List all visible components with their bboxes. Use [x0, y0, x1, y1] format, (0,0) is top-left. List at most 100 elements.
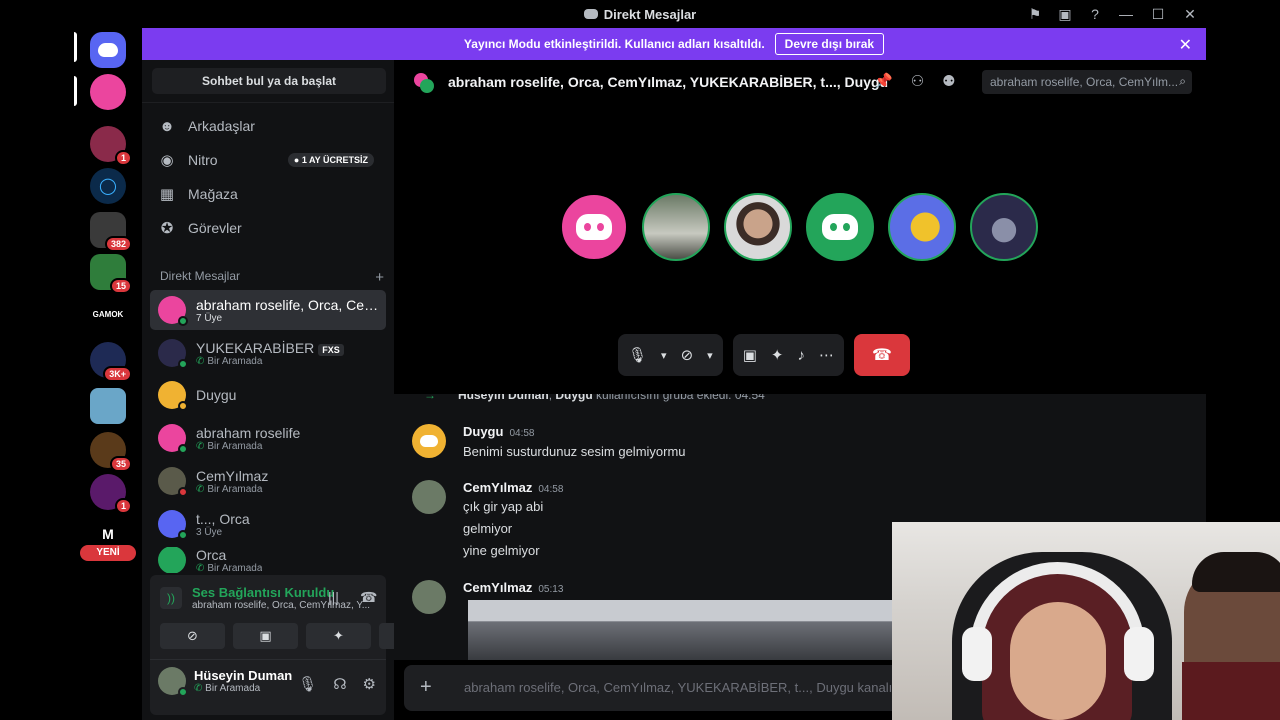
avatar[interactable] [412, 580, 446, 614]
microphone-icon[interactable]: 🎙 [298, 675, 317, 693]
status-indicator [178, 359, 188, 369]
dm-item-yukekarabiber[interactable]: YUKEKARABİBER FXS ✆ Bir Aramada [150, 333, 386, 373]
dm-section-header: Direkt Mesajlar + [160, 269, 384, 286]
pin-icon[interactable]: 📌 [874, 72, 893, 90]
webcam-overlay [892, 522, 1280, 720]
dm-item-duygu[interactable]: Duygu [150, 375, 386, 415]
avatar[interactable] [412, 424, 446, 458]
nitro-icon: ◉ [160, 152, 174, 169]
add-friends-icon[interactable]: ⚇ [911, 72, 924, 90]
nav-friends[interactable]: ☻ Arkadaşlar [150, 109, 386, 143]
participant-avatar[interactable] [806, 193, 874, 261]
message-text: Benimi susturdunuz sesim gelmiyormu [463, 444, 686, 459]
server-rail: 1 ◯ 382 15 GAMOK 3K+ 35 1 M YENİ [74, 28, 142, 720]
user-panel[interactable]: Hüseyin Duman ✆ Bir Aramada [158, 667, 292, 697]
chevron-down-icon[interactable]: ▾ [707, 349, 713, 362]
message-author[interactable]: Duygu 04:58 [463, 424, 534, 439]
avatar[interactable] [412, 480, 446, 514]
add-dm-icon[interactable]: + [375, 269, 384, 286]
close-icon[interactable]: ✕ [1179, 35, 1192, 55]
system-message: → Hüseyin Duman, Duygu kullanıcısını grub… [424, 394, 765, 402]
microphone-icon[interactable]: 🎙 [628, 346, 647, 364]
dm-item-group-orca[interactable]: t..., Orca 3 Üye [150, 504, 386, 544]
call-area: 🎙 ▾ ⊘ ▾ ▣ ✦ ♪ ⋯ ☎ [394, 104, 1206, 394]
find-conversation-button[interactable]: Sohbet bul ya da başlat [152, 68, 386, 94]
message-text: çık gir yap abi [463, 499, 544, 514]
inbox-icon[interactable]: ▣ [1050, 0, 1080, 28]
webcam-headset-cup [962, 627, 992, 681]
group-dm-icon[interactable] [90, 74, 126, 110]
message-author[interactable]: CemYılmaz 05:13 [463, 580, 563, 595]
phone-icon: ✆ [196, 483, 205, 495]
soundboard-icon[interactable]: ♪ [797, 347, 805, 364]
disconnect-icon[interactable]: ☎ [360, 589, 377, 606]
screen-share-icon[interactable]: ▣ [743, 346, 757, 364]
group-avatar [414, 73, 434, 93]
participant-avatar[interactable] [642, 193, 710, 261]
message-input[interactable]: abraham roselife, Orca, CemYılmaz, YUKEK… [464, 680, 907, 695]
window-title: Direkt Mesajlar [583, 7, 696, 22]
guild-tag: FXS [318, 343, 344, 356]
help-icon[interactable]: ? [1080, 0, 1110, 28]
discord-logo-icon [420, 435, 438, 447]
headphones-icon[interactable]: ☊ [333, 675, 346, 693]
server-icon-8[interactable]: 35 [90, 432, 132, 472]
discord-logo-icon [822, 214, 858, 240]
signal-icon[interactable]: )) [160, 587, 182, 609]
title-bar: Direkt Mesajlar ⚑ ▣ ? — ☐ ✕ [74, 0, 1206, 28]
minimize-button[interactable]: — [1110, 0, 1142, 28]
quests-icon: ✪ [160, 220, 174, 237]
server-icon-9[interactable]: 1 [90, 474, 132, 514]
divider [142, 102, 394, 103]
direct-messages-button[interactable] [90, 32, 126, 68]
dm-item-cemyilmaz[interactable]: CemYılmaz ✆ Bir Aramada [150, 461, 386, 501]
status-indicator [178, 487, 188, 497]
maximize-button[interactable]: ☐ [1142, 0, 1174, 28]
dm-item-orca[interactable]: Orca ✆ Bir Aramada [150, 547, 386, 573]
discord-logo-icon [576, 214, 612, 240]
add-attachment-icon[interactable]: + [420, 676, 432, 699]
server-icon-7[interactable] [90, 388, 126, 424]
camera-off-icon[interactable]: ⊘ [681, 346, 694, 364]
close-window-button[interactable]: ✕ [1174, 0, 1206, 28]
message-image-attachment[interactable] [468, 600, 898, 660]
search-input[interactable]: abraham roselife, Orca, CemYılm... ⌕ [982, 70, 1192, 94]
flag-icon[interactable]: ⚑ [1020, 0, 1050, 28]
dm-item-group[interactable]: abraham roselife, Orca, Cem... 7 Üye [150, 290, 386, 330]
server-icon-1[interactable]: 1 [90, 126, 132, 166]
voice-status[interactable]: Ses Bağlantısı Kuruldu [192, 585, 372, 600]
member-list-icon[interactable]: ⚉ [942, 72, 955, 90]
participant-avatar[interactable] [724, 193, 792, 261]
settings-gear-icon[interactable]: ⚙ [363, 675, 376, 693]
activities-button[interactable]: ✦ [306, 623, 371, 649]
nav-nitro[interactable]: ◉ Nitro ● 1 AY ÜCRETSİZ [150, 143, 386, 177]
nav-shop[interactable]: ▦ Mağaza [150, 177, 386, 211]
status-indicator [178, 444, 188, 454]
server-icon-6[interactable]: 3K+ [90, 342, 132, 382]
noise-suppression-icon[interactable]: ||| [328, 589, 339, 605]
participant-avatar[interactable] [970, 193, 1038, 261]
message-author[interactable]: CemYılmaz 04:58 [463, 480, 563, 495]
server-icon-5[interactable]: GAMOK [90, 296, 126, 332]
participant-avatar[interactable] [560, 193, 628, 261]
more-options-icon[interactable]: ⋯ [819, 346, 834, 364]
nav-quests[interactable]: ✪ Görevler [150, 211, 386, 245]
circle-icon: ◯ [99, 178, 117, 195]
chevron-down-icon[interactable]: ▾ [661, 349, 667, 362]
server-icon-2[interactable]: ◯ [90, 168, 126, 204]
disable-streamer-mode-button[interactable]: Devre dışı bırak [774, 33, 885, 55]
screen-share-button[interactable]: ▣ [233, 623, 298, 649]
camera-off-button[interactable]: ⊘ [160, 623, 225, 649]
server-icon-4[interactable]: 15 [90, 254, 132, 294]
activities-icon[interactable]: ✦ [771, 346, 784, 364]
avatar [158, 547, 186, 573]
participant-avatar[interactable] [888, 193, 956, 261]
dm-item-abraham[interactable]: abraham roselife ✆ Bir Aramada [150, 418, 386, 458]
phone-icon: ✆ [196, 440, 205, 452]
hang-up-button[interactable]: ☎ [853, 334, 910, 376]
server-icon-3[interactable]: 382 [90, 212, 132, 252]
activity-controls: ▣ ✦ ♪ ⋯ [732, 334, 844, 376]
discord-logo-icon [98, 43, 118, 57]
channel-title: abraham roselife, Orca, CemYılmaz, YUKEK… [448, 74, 889, 90]
webcam-headset-cup [1124, 627, 1154, 681]
